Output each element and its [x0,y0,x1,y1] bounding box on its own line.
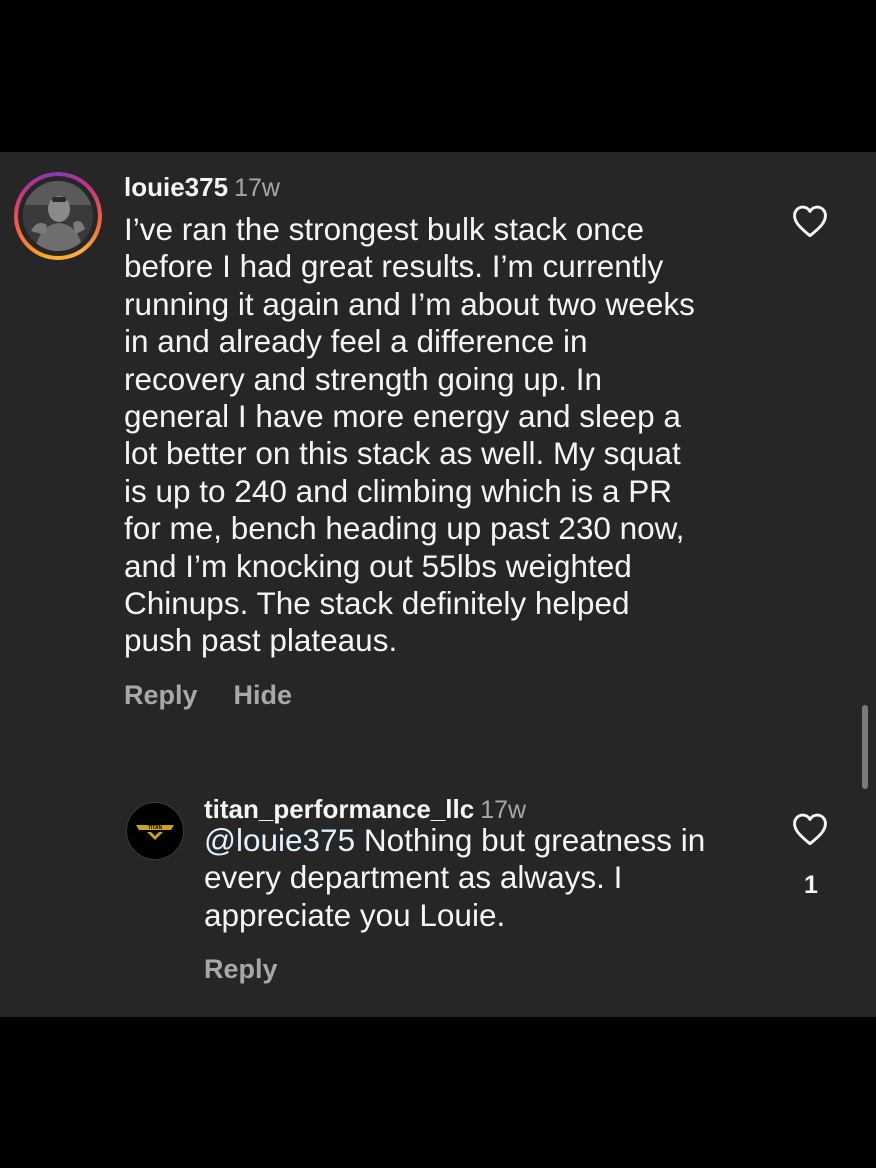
username[interactable]: louie375 [124,172,228,202]
comment-text-line: for me, bench heading up past 230 now, [124,510,685,547]
heart-outline-icon[interactable] [791,812,829,846]
comments-panel: louie375 17w I’ve ran the strongest bulk … [0,152,876,1017]
svg-text:TITAN: TITAN [148,825,163,831]
user-photo [23,181,93,251]
comment-text-line: and I’m knocking out 55lbs weighted [124,547,632,584]
mention-link[interactable]: @louie375 [204,822,355,858]
avatar[interactable]: TITAN [126,802,184,860]
comment-text-line: Chinups. The stack definitely helped [124,585,630,622]
comment-actions: Reply [204,954,314,985]
comment-header: titan_performance_llc 17w [204,794,526,825]
username[interactable]: titan_performance_llc [204,794,474,824]
comment-text-line: running it again and I’m about two weeks [124,285,695,322]
scrollbar[interactable] [862,705,868,789]
reply-button[interactable]: Reply [204,954,278,984]
titan-logo-icon: TITAN [136,825,174,840]
avatar[interactable] [14,172,102,260]
comment-text-line: push past plateaus. [124,622,398,659]
reply-text-line: Nothing but greatness in [355,822,706,858]
reply-text: @louie375 Nothing but greatness in every… [204,822,705,934]
reply-text-line: every department as always. I [204,859,623,896]
like-count: 1 [804,871,818,899]
comment-text-line: recovery and strength going up. In [124,360,603,397]
hide-button[interactable]: Hide [234,680,293,710]
reply-button[interactable]: Reply [124,680,198,710]
comment-text-line: is up to 240 and climbing which is a PR [124,472,673,509]
comment-text-line: I’ve ran the strongest bulk stack once [124,211,645,247]
comment-actions: Reply Hide [124,680,328,711]
heart-outline-icon[interactable] [791,204,829,238]
comment-text-line: lot better on this stack as well. My squ… [124,435,681,472]
comment-text: I’ve ran the strongest bulk stack once be… [124,211,695,660]
comment-text-line: general I have more energy and sleep a [124,398,681,435]
comment-text-line: in and already feel a difference in [124,323,588,360]
reply-text-line: appreciate you Louie. [204,896,506,933]
person-photo-icon [23,181,93,251]
timestamp: 17w [480,796,527,824]
comment-text-line: before I had great results. I’m currentl… [124,248,664,285]
comment-header: louie375 17w [124,172,280,203]
timestamp: 17w [234,174,280,202]
